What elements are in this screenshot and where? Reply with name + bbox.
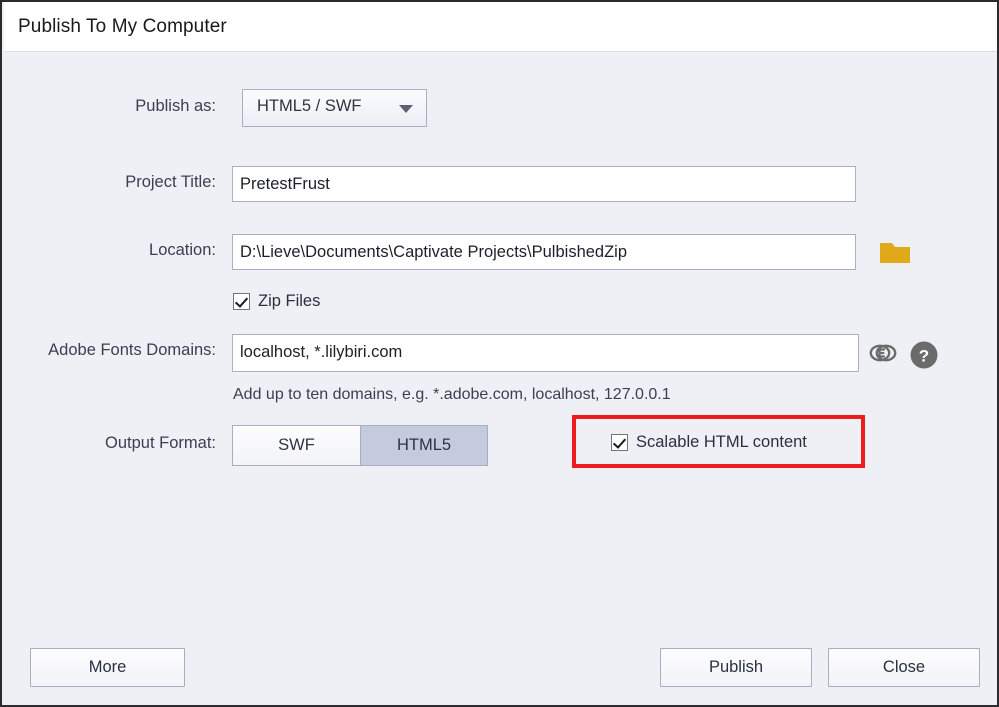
output-format-option-swf[interactable]: SWF bbox=[233, 426, 360, 465]
publish-as-value: HTML5 / SWF bbox=[257, 97, 362, 115]
svg-text:?: ? bbox=[919, 347, 929, 366]
more-button[interactable]: More bbox=[30, 648, 185, 687]
creative-cloud-link-icon[interactable] bbox=[868, 340, 898, 371]
publish-dialog: Publish To My Computer Publish as: HTML5… bbox=[0, 0, 999, 707]
zip-files-checkbox[interactable]: Zip Files bbox=[233, 292, 320, 311]
location-input[interactable]: D:\Lieve\Documents\Captivate Projects\Pu… bbox=[232, 234, 856, 270]
publish-as-label: Publish as: bbox=[135, 97, 216, 115]
dialog-titlebar: Publish To My Computer bbox=[4, 2, 997, 52]
chevron-down-icon bbox=[399, 105, 413, 113]
dialog-title: Publish To My Computer bbox=[18, 16, 227, 37]
location-value: D:\Lieve\Documents\Captivate Projects\Pu… bbox=[240, 243, 628, 261]
project-title-value: PretestFrust bbox=[240, 175, 330, 193]
folder-icon[interactable] bbox=[878, 239, 912, 272]
output-format-label: Output Format: bbox=[105, 434, 216, 452]
close-button[interactable]: Close bbox=[828, 648, 980, 687]
scalable-html-content-label: Scalable HTML content bbox=[636, 433, 807, 451]
adobe-fonts-domains-input[interactable]: localhost, *.lilybiri.com bbox=[232, 334, 859, 372]
adobe-fonts-domains-value: localhost, *.lilybiri.com bbox=[240, 343, 403, 361]
publish-button[interactable]: Publish bbox=[660, 648, 812, 687]
project-title-input[interactable]: PretestFrust bbox=[232, 166, 856, 202]
zip-files-checkbox-box bbox=[233, 293, 250, 310]
output-format-toggle: SWF HTML5 bbox=[232, 425, 488, 466]
zip-files-label: Zip Files bbox=[258, 292, 321, 310]
output-format-option-html5[interactable]: HTML5 bbox=[361, 426, 487, 465]
adobe-fonts-domains-label: Adobe Fonts Domains: bbox=[48, 341, 216, 359]
dialog-body: Publish as: HTML5 / SWF Project Title: P… bbox=[4, 53, 997, 705]
publish-as-dropdown[interactable]: HTML5 / SWF bbox=[242, 89, 427, 127]
scalable-html-content-checkbox[interactable]: Scalable HTML content bbox=[611, 433, 807, 452]
location-label: Location: bbox=[149, 241, 216, 259]
scalable-html-content-checkbox-box bbox=[611, 434, 628, 451]
adobe-fonts-domains-hint: Add up to ten domains, e.g. *.adobe.com,… bbox=[233, 386, 671, 403]
project-title-label: Project Title: bbox=[125, 173, 216, 191]
help-circle-icon[interactable]: ? bbox=[909, 340, 939, 375]
